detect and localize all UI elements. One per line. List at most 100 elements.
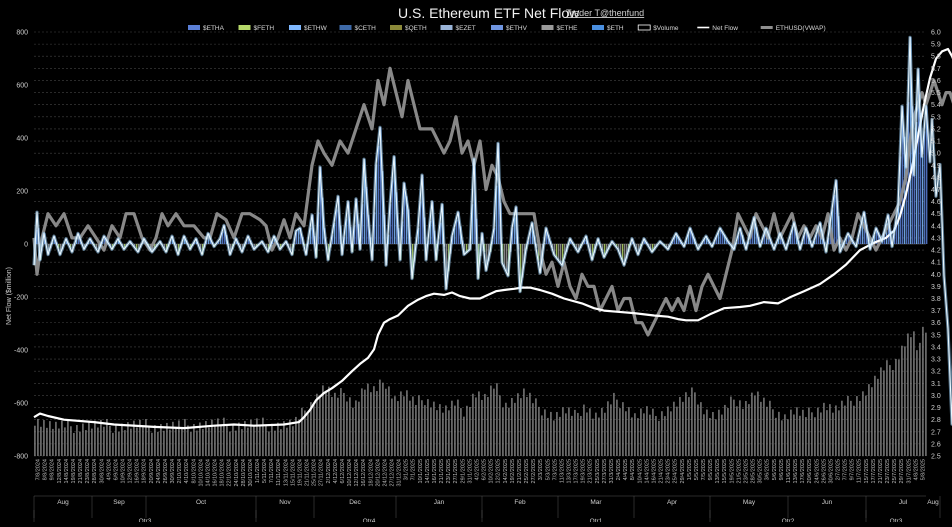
volume-bar [232, 423, 234, 456]
right-tick-label: 4.4 [931, 223, 941, 230]
month-label: Oct [196, 499, 206, 506]
volume-bar [568, 407, 570, 456]
volume-bar [508, 407, 510, 456]
date-tick-label: 29/7/2025 [899, 459, 905, 483]
volume-bar [565, 413, 567, 456]
right-tick-label: 3.8 [931, 296, 941, 303]
volume-bar [643, 413, 645, 456]
volume-bar [742, 408, 744, 456]
volume-bar [61, 420, 63, 456]
right-tick-label: 4.9 [931, 163, 941, 170]
volume-bar [412, 396, 414, 456]
date-tick-label: 10/10/2024 [198, 459, 204, 487]
volume-bar [814, 417, 816, 456]
legend-label: $CETH [355, 25, 377, 32]
date-tick-label: 5/6/2025 [772, 459, 778, 480]
volume-bar [907, 333, 909, 456]
volume-bar [637, 418, 639, 456]
volume-bar [529, 392, 531, 456]
volume-bar [724, 404, 726, 456]
volume-bar [340, 388, 342, 456]
volume-bar [421, 400, 423, 456]
volume-bar [532, 403, 534, 456]
volume-bar [424, 405, 426, 456]
date-tick-label: 24/12/2024 [382, 459, 388, 487]
volume-bar [760, 401, 762, 456]
volume-bar [367, 383, 369, 456]
volume-bar [670, 411, 672, 456]
date-tick-label: 19/2/2025 [510, 459, 516, 483]
volume-bar [442, 412, 444, 456]
chart-canvas: 800 600 400 200 0 -200 -400 -600 -800 6.0 5.9 5.8 5.… [0, 0, 952, 527]
volume-bar [313, 405, 315, 456]
date-tick-label: 26/9/2024 [163, 459, 169, 483]
volume-bar [298, 419, 300, 456]
right-tick-label: 4.2 [931, 248, 941, 255]
date-tick-label: 20/12/2024 [375, 459, 381, 487]
volume-bar [67, 419, 69, 456]
volume-bar [778, 411, 780, 456]
date-tick-label: 23/4/2025 [666, 459, 672, 483]
date-tick-label: 13/5/2025 [715, 459, 721, 483]
volume-bar [880, 367, 882, 456]
date-tick-label: 4/12/2024 [333, 459, 339, 483]
volume-bar [190, 432, 192, 456]
volume-bar [157, 431, 159, 456]
volume-bar [682, 401, 684, 456]
volume-bar [535, 398, 537, 456]
date-tick-label: 4/10/2024 [184, 459, 190, 483]
volume-bar [523, 388, 525, 456]
volume-bar [214, 426, 216, 456]
volume-bar [841, 400, 843, 456]
date-tick-label: 28/5/2025 [751, 459, 757, 483]
volume-bar [478, 391, 480, 456]
date-tick-label: 24/9/2024 [156, 459, 162, 483]
date-tick-label: 20/9/2024 [149, 459, 155, 483]
volume-bar [307, 413, 309, 456]
month-label: Apr [667, 499, 678, 506]
legend-label: $ETHA [203, 25, 225, 32]
right-tick-label: 2.7 [931, 429, 941, 436]
volume-bar [217, 418, 219, 456]
volume-bar [82, 423, 84, 456]
chart-credit-link[interactable]: Trader T@thenfund [566, 8, 644, 18]
volume-bar [715, 419, 717, 456]
date-tick-label: 29/4/2025 [680, 459, 686, 483]
volume-bar [646, 406, 648, 456]
volume-bar [436, 410, 438, 456]
volume-bar [409, 400, 411, 456]
volume-bar [490, 385, 492, 456]
volume-bar [838, 410, 840, 456]
volume-bar [220, 425, 222, 456]
volume-bar [595, 412, 597, 456]
date-tick-label: 7/7/2025 [843, 459, 849, 480]
date-tick-label: 3/6/2025 [765, 459, 771, 480]
volume-bar [805, 417, 807, 456]
date-tick-label: 11/6/2025 [786, 459, 792, 483]
date-tick-label: 6/9/2024 [113, 459, 119, 480]
date-tick-label: 11/11/2024 [276, 459, 282, 486]
volume-bar [616, 399, 618, 456]
volume-bar [700, 402, 702, 456]
flow-bar [378, 145, 380, 244]
volume-bar [289, 419, 291, 456]
right-tick-label: 5.0 [931, 151, 941, 158]
volume-bar [820, 412, 822, 456]
right-tick-label: 5.4 [931, 102, 941, 109]
volume-bar [919, 342, 921, 456]
right-tick-label: 2.6 [931, 441, 941, 448]
volume-bar [787, 419, 789, 456]
etf-net-flow-chart: 800 600 400 200 0 -200 -400 -600 -800 6.0 5.9 5.8 5.… [0, 0, 952, 527]
date-tick-label: 7/1/2025 [411, 459, 417, 480]
volume-bar [466, 405, 468, 456]
legend-swatch [289, 25, 301, 30]
left-tick-label: 0 [24, 242, 28, 249]
legend-swatch [238, 25, 251, 30]
date-tick-label: 2/7/2025 [836, 459, 842, 480]
right-tick-label: 3.9 [931, 284, 941, 291]
volume-bar [655, 415, 657, 456]
legend-label: $Volume [653, 25, 679, 32]
date-tick-label: 27/11/2024 [319, 459, 325, 486]
date-tick-label: 14/2/2025 [503, 459, 509, 483]
legend-label: $ETHW [304, 25, 328, 32]
